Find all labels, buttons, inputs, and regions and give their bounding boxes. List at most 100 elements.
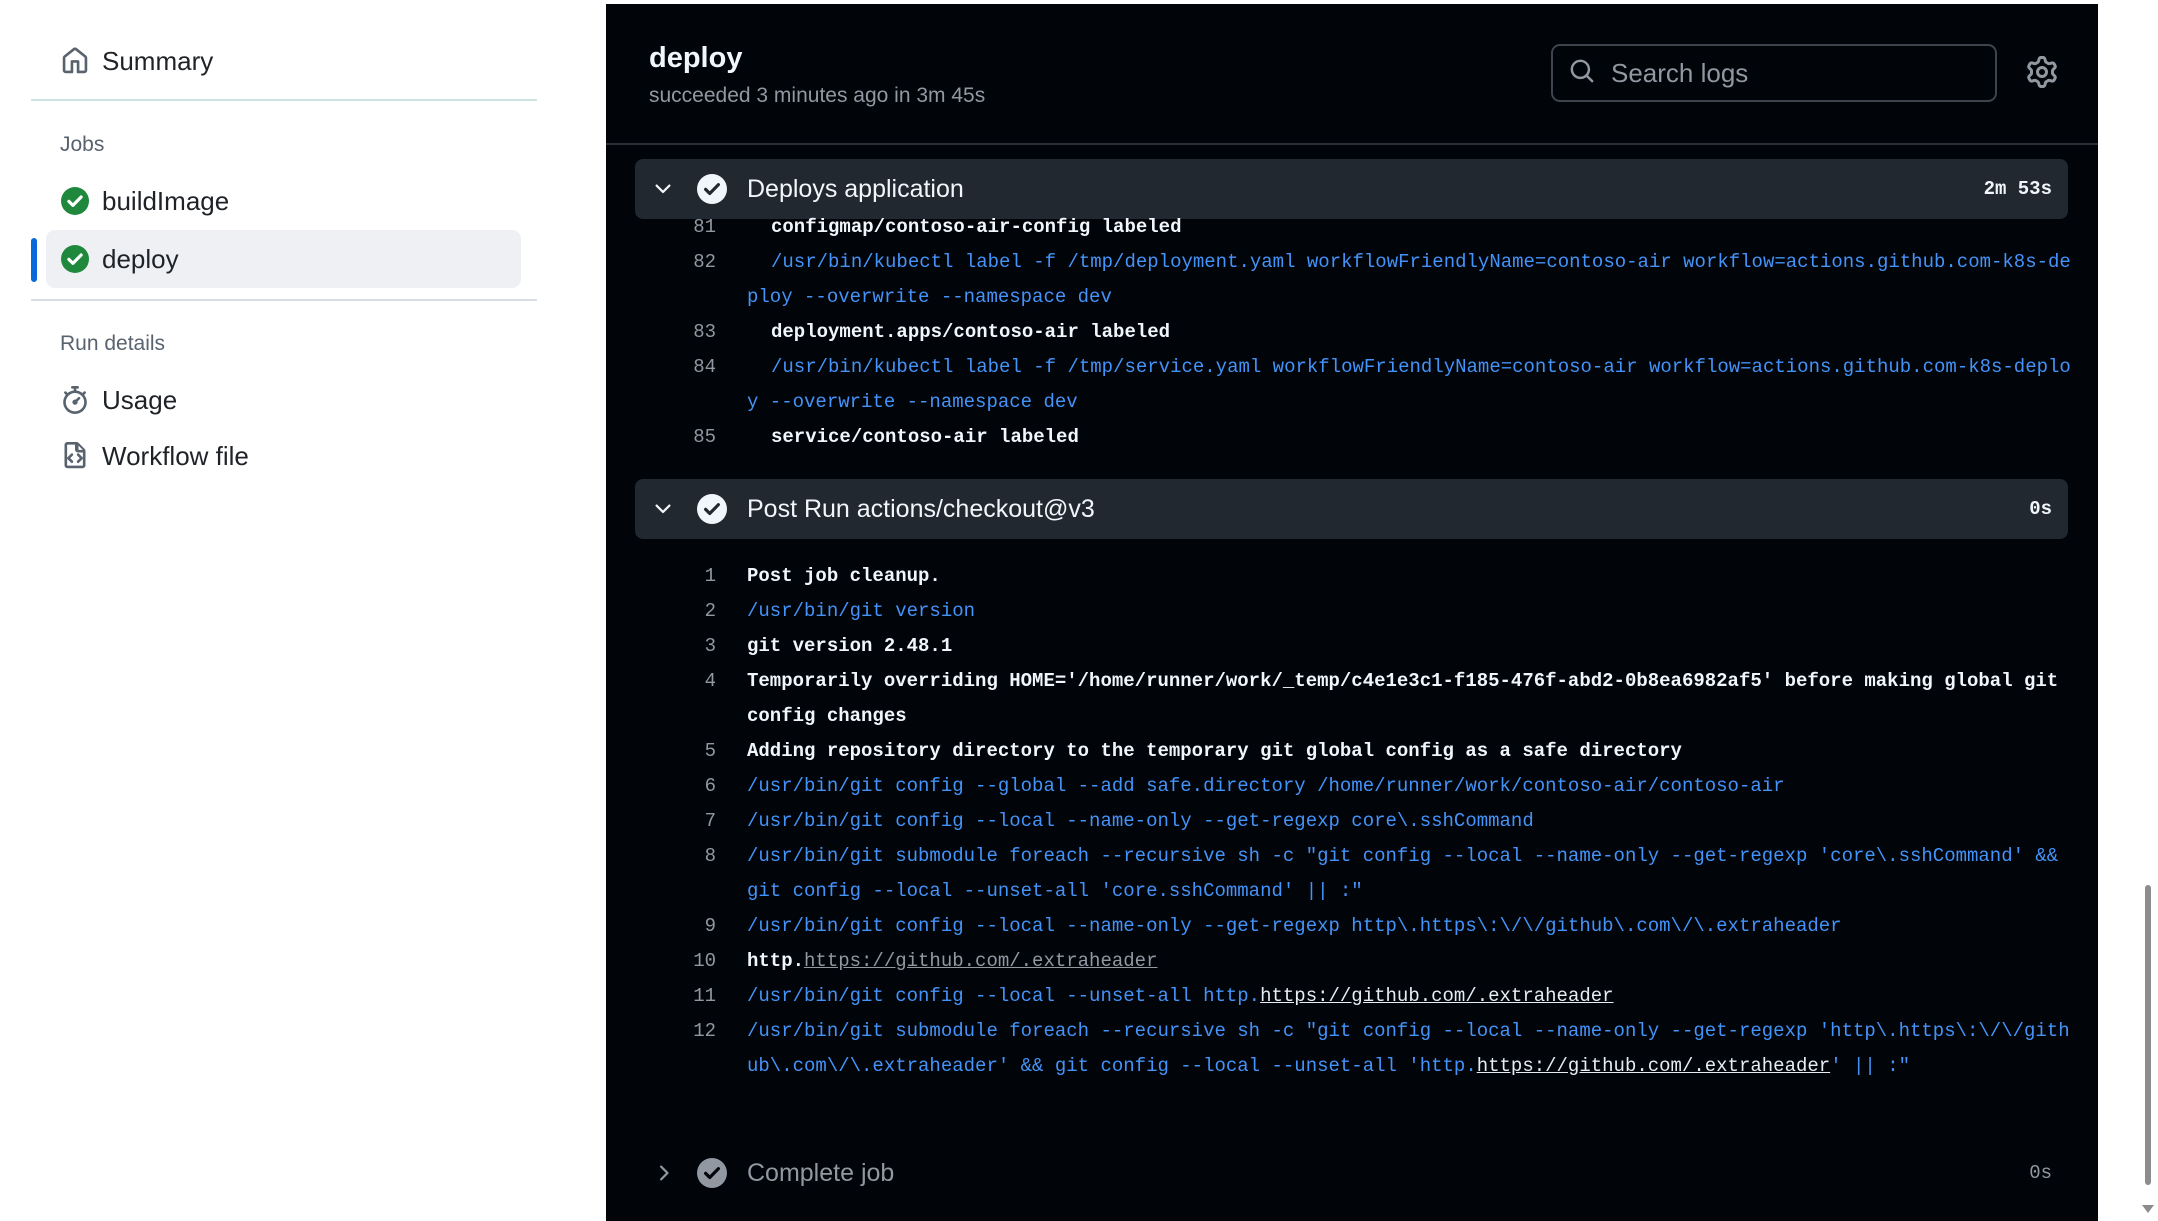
line-number[interactable]: 7 [656, 804, 716, 839]
step-duration: 2m 53s [1983, 178, 2052, 200]
step-log-deploys-application: 81 configmap/contoso-air-config labeled … [606, 210, 2098, 455]
scroll-down-arrow-icon[interactable] [2142, 1205, 2154, 1213]
stopwatch-icon [60, 385, 90, 415]
run-details-heading: Run details [60, 332, 166, 355]
step-log-post-run-checkout: 1 Post job cleanup. 2 /usr/bin/git versi… [606, 559, 2098, 1084]
log-line: 83 deployment.apps/contoso-air labeled [606, 315, 2098, 350]
log-link[interactable]: https://github.com/.extraheader [804, 950, 1157, 972]
step-duration: 0s [2029, 498, 2052, 520]
jobs-heading: Jobs [60, 133, 105, 156]
log-line: 81 configmap/contoso-air-config labeled [606, 210, 2098, 245]
header-divider [606, 143, 2098, 145]
job-title: deploy [649, 42, 743, 74]
log-line: 5 Adding repository directory to the tem… [606, 734, 2098, 769]
line-number[interactable]: 81 [656, 210, 716, 245]
right-gutter [2098, 0, 2137, 1221]
line-number[interactable]: 84 [656, 350, 716, 385]
log-text: Adding repository directory to the tempo… [747, 740, 1682, 762]
log-text: service/contoso-air labeled [771, 426, 1079, 448]
log-text: git version 2.48.1 [747, 635, 953, 657]
line-number[interactable]: 1 [656, 559, 716, 594]
log-link[interactable]: https://github.com/.extraheader [1260, 985, 1613, 1007]
log-line: 85 service/contoso-air labeled [606, 420, 2098, 455]
step-name: Complete job [747, 1158, 895, 1187]
log-text: Temporarily overriding HOME='/home/runne… [747, 670, 2070, 727]
sidebar-item-label: buildImage [102, 185, 230, 216]
log-line: 6 /usr/bin/git config --global --add saf… [606, 769, 2098, 804]
file-code-icon [60, 441, 90, 471]
line-number[interactable]: 8 [656, 839, 716, 874]
step-header-post-run-checkout[interactable]: Post Run actions/checkout@v3 0s [635, 479, 2068, 539]
log-text: /usr/bin/git config --local --unset-all … [747, 979, 2077, 1014]
search-logs-input[interactable] [1609, 56, 1993, 90]
sidebar-item-deploy[interactable]: deploy [46, 230, 521, 288]
log-link[interactable]: https://github.com/.extraheader [1477, 1055, 1830, 1077]
step-duration: 0s [2029, 1162, 2052, 1184]
line-number[interactable]: 82 [656, 245, 716, 280]
log-line: 9 /usr/bin/git config --local --name-onl… [606, 909, 2098, 944]
check-circle-icon [697, 1158, 727, 1188]
log-line: 84 /usr/bin/kubectl label -f /tmp/servic… [606, 350, 2098, 420]
active-indicator [31, 238, 37, 282]
search-icon [1569, 58, 1595, 89]
line-number[interactable]: 3 [656, 629, 716, 664]
sidebar-divider [31, 99, 537, 101]
step-name: Deploys application [747, 174, 964, 203]
sidebar-item-usage[interactable]: Usage [46, 371, 521, 429]
line-number[interactable]: 4 [656, 664, 716, 699]
gear-icon[interactable] [2026, 56, 2060, 90]
line-number[interactable]: 2 [656, 594, 716, 629]
log-text: /usr/bin/git submodule foreach --recursi… [747, 1014, 2077, 1084]
log-text: /usr/bin/git config --local --name-only … [747, 915, 1842, 937]
check-circle-fill-icon [60, 244, 90, 274]
line-number[interactable]: 11 [656, 979, 716, 1014]
log-text: configmap/contoso-air-config labeled [771, 216, 1182, 238]
step-name: Post Run actions/checkout@v3 [747, 494, 1095, 523]
log-text-suffix: ' || :" [1830, 1055, 1911, 1077]
line-number[interactable]: 5 [656, 734, 716, 769]
log-line: 3 git version 2.48.1 [606, 629, 2098, 664]
log-line: 8 /usr/bin/git submodule foreach --recur… [606, 839, 2098, 909]
log-line: 4 Temporarily overriding HOME='/home/run… [606, 664, 2098, 734]
line-number[interactable]: 9 [656, 909, 716, 944]
sidebar-item-summary[interactable]: Summary [46, 32, 521, 90]
scrollbar-thumb[interactable] [2145, 885, 2151, 1185]
log-text: Post job cleanup. [747, 565, 941, 587]
check-circle-icon [697, 494, 727, 524]
log-text: /usr/bin/kubectl label -f /tmp/service.y… [747, 356, 2071, 413]
job-log-panel: deploy succeeded 3 minutes ago in 3m 45s… [606, 4, 2098, 1221]
line-number[interactable]: 12 [656, 1014, 716, 1049]
log-text-prefix: /usr/bin/git config --local --unset-all … [747, 985, 1261, 1007]
home-icon [60, 46, 90, 76]
log-line: 10 http.https://github.com/.extraheader [606, 944, 2098, 979]
sidebar-item-label: deploy [102, 243, 179, 274]
log-text: /usr/bin/git submodule foreach --recursi… [747, 845, 2070, 902]
sidebar-divider [31, 299, 537, 301]
sidebar-item-workflow-file[interactable]: Workflow file [46, 427, 521, 485]
log-text: /usr/bin/git version [747, 600, 976, 622]
page-scrollbar[interactable] [2137, 0, 2158, 1221]
sidebar-item-buildimage[interactable]: buildImage [46, 172, 521, 230]
log-line: 12 /usr/bin/git submodule foreach --recu… [606, 1014, 2098, 1084]
search-logs-box[interactable] [1551, 44, 1997, 102]
line-number[interactable]: 83 [656, 315, 716, 350]
check-circle-fill-icon [60, 186, 90, 216]
step-header-complete-job[interactable]: Complete job 0s [635, 1143, 2068, 1203]
log-text: http.https://github.com/.extraheader [747, 944, 2077, 979]
log-line: 82 /usr/bin/kubectl label -f /tmp/deploy… [606, 245, 2098, 315]
chevron-down-icon [651, 497, 675, 521]
line-number[interactable]: 6 [656, 769, 716, 804]
sidebar-item-label: Summary [102, 45, 214, 76]
log-text: /usr/bin/kubectl label -f /tmp/deploymen… [747, 251, 2071, 308]
log-line: 11 /usr/bin/git config --local --unset-a… [606, 979, 2098, 1014]
chevron-down-icon [651, 177, 675, 201]
sidebar-item-label: Usage [102, 384, 178, 415]
chevron-right-icon [651, 1161, 675, 1185]
line-number[interactable]: 85 [656, 420, 716, 455]
job-sidebar: Summary Jobs buildImage deploy Run detai… [0, 0, 606, 1221]
log-text: /usr/bin/git config --local --name-only … [747, 810, 1534, 832]
line-number[interactable]: 10 [656, 944, 716, 979]
log-line: 1 Post job cleanup. [606, 559, 2098, 594]
check-circle-icon [697, 174, 727, 204]
log-text: deployment.apps/contoso-air labeled [771, 321, 1171, 343]
